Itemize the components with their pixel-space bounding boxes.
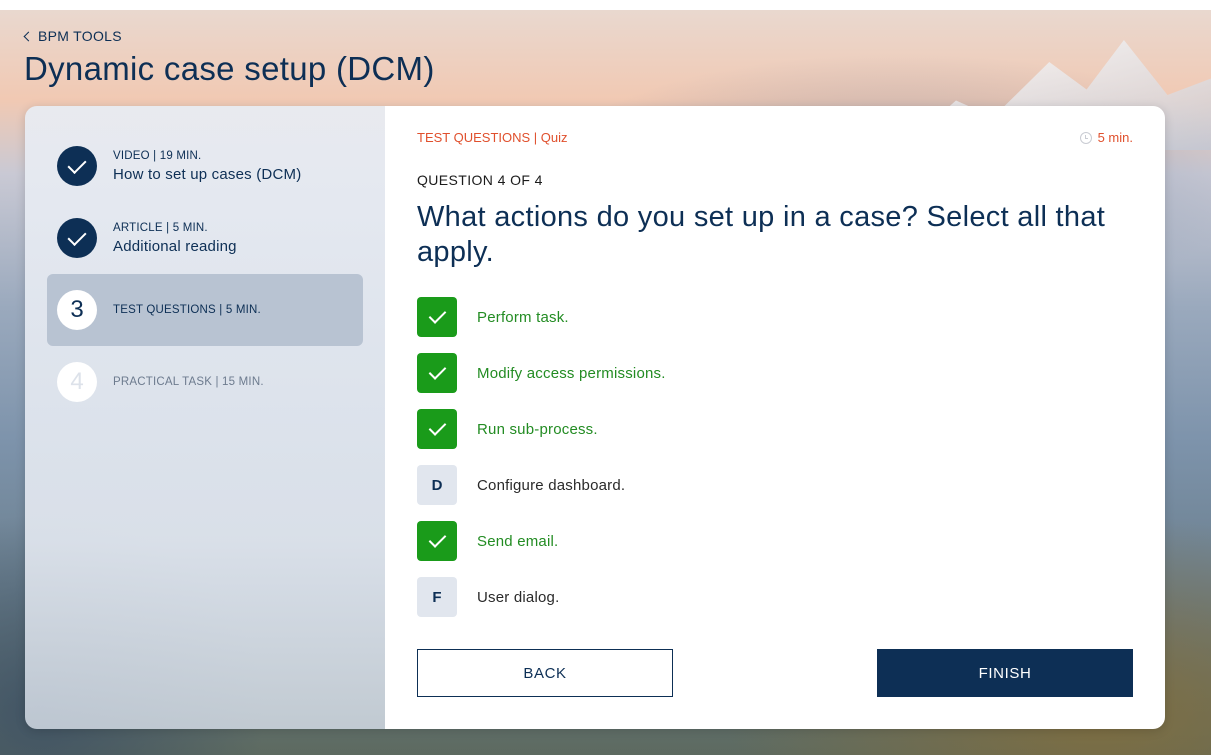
quiz-panel: TEST QUESTIONS | Quiz 5 min. QUESTION 4 …	[385, 106, 1165, 729]
option-letter-box[interactable]: D	[417, 465, 457, 505]
back-button[interactable]: BACK	[417, 649, 673, 697]
answer-option[interactable]: Modify access permissions.	[417, 353, 666, 393]
step-meta: TEST QUESTIONS | 5 MIN.	[113, 304, 261, 316]
option-checkbox[interactable]	[417, 521, 457, 561]
option-checkbox[interactable]	[417, 353, 457, 393]
page-title: Dynamic case setup (DCM)	[24, 50, 435, 87]
checkmark-icon	[428, 530, 446, 548]
course-card: VIDEO | 19 MIN. How to set up cases (DCM…	[25, 106, 1165, 729]
option-letter-box[interactable]: F	[417, 577, 457, 617]
duration-indicator: 5 min.	[1079, 130, 1133, 145]
option-label: User dialog.	[477, 588, 560, 606]
steps-sidebar: VIDEO | 19 MIN. How to set up cases (DCM…	[25, 106, 385, 729]
step-title: Additional reading	[113, 237, 237, 255]
answer-options: Perform task. Modify access permissions.…	[417, 297, 666, 633]
checkmark-icon	[67, 226, 87, 246]
step-done-badge	[57, 146, 97, 186]
option-label: Run sub-process.	[477, 420, 598, 438]
answer-option[interactable]: D Configure dashboard.	[417, 465, 666, 505]
section-eyebrow: TEST QUESTIONS | Quiz	[417, 130, 568, 145]
step-number-badge: 4	[57, 362, 97, 402]
step-number-badge: 3	[57, 290, 97, 330]
back-to-bpm-tools-link[interactable]: BPM TOOLS	[23, 28, 122, 44]
step-article[interactable]: ARTICLE | 5 MIN. Additional reading	[47, 202, 363, 274]
checkmark-icon	[428, 306, 446, 324]
option-label: Modify access permissions.	[477, 364, 666, 382]
duration-text: 5 min.	[1097, 130, 1133, 145]
option-label: Send email.	[477, 532, 559, 550]
checkmark-icon	[428, 418, 446, 436]
answer-option[interactable]: Perform task.	[417, 297, 666, 337]
step-meta: ARTICLE | 5 MIN.	[113, 221, 208, 234]
step-meta: VIDEO | 19 MIN.	[113, 149, 202, 162]
step-meta: PRACTICAL TASK | 15 MIN.	[113, 376, 264, 388]
back-link-label: BPM TOOLS	[38, 28, 122, 44]
question-text: What actions do you set up in a case? Se…	[417, 201, 1106, 268]
checkmark-icon	[428, 362, 446, 380]
step-title: How to set up cases (DCM)	[113, 165, 302, 183]
step-practical-task[interactable]: 4 PRACTICAL TASK | 15 MIN.	[47, 346, 363, 418]
option-label: Perform task.	[477, 308, 569, 326]
answer-option[interactable]: Run sub-process.	[417, 409, 666, 449]
checkmark-icon	[67, 154, 87, 174]
option-label: Configure dashboard.	[477, 476, 626, 494]
question-counter: QUESTION 4 OF 4	[417, 172, 543, 188]
option-checkbox[interactable]	[417, 409, 457, 449]
answer-option[interactable]: Send email.	[417, 521, 666, 561]
chevron-left-icon	[23, 31, 34, 41]
step-done-badge	[57, 218, 97, 258]
step-test-questions[interactable]: 3 TEST QUESTIONS | 5 MIN.	[47, 274, 363, 346]
finish-button[interactable]: FINISH	[877, 649, 1133, 697]
step-video[interactable]: VIDEO | 19 MIN. How to set up cases (DCM…	[47, 130, 363, 202]
answer-option[interactable]: F User dialog.	[417, 577, 666, 617]
option-checkbox[interactable]	[417, 297, 457, 337]
clock-icon	[1079, 131, 1092, 144]
